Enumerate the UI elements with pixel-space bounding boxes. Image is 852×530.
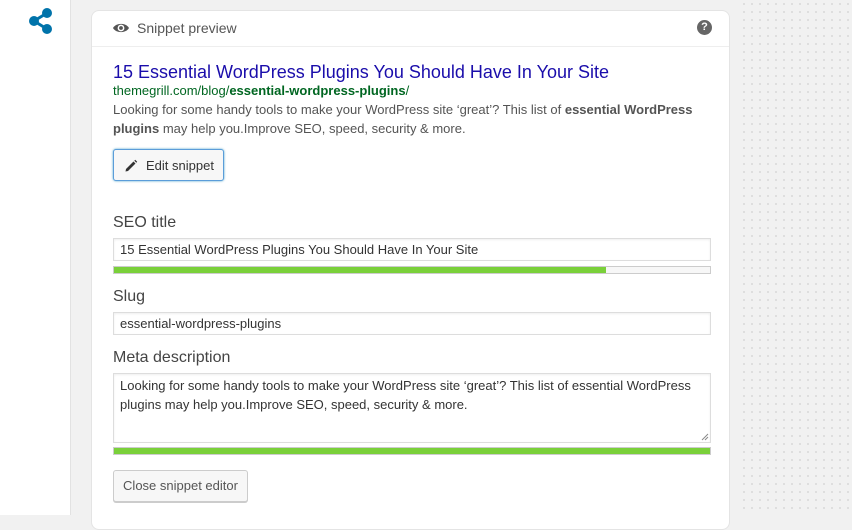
pencil-icon <box>125 159 138 172</box>
dotted-background <box>740 0 852 515</box>
snippet-preview-title: Snippet preview <box>137 20 237 36</box>
eye-icon <box>113 23 129 33</box>
preview-desc-part1: Looking for some handy tools to make you… <box>113 102 565 117</box>
close-snippet-editor-button[interactable]: Close snippet editor <box>113 470 248 502</box>
edit-snippet-button[interactable]: Edit snippet <box>113 149 224 181</box>
preview-seo-title: 15 Essential WordPress Plugins You Shoul… <box>113 62 609 82</box>
seo-title-input[interactable]: 15 Essential WordPress Plugins You Shoul… <box>113 238 711 261</box>
slug-input[interactable]: essential-wordpress-plugins <box>113 312 711 335</box>
question-mark-icon[interactable]: ? <box>697 20 712 35</box>
meta-description-progress-fill <box>114 448 710 454</box>
resize-grip-icon[interactable] <box>701 433 709 441</box>
snippet-editor-panel: Snippet preview ? 15 Essential WordPress… <box>91 10 730 530</box>
preview-desc-part2: may help you.Improve SEO, speed, securit… <box>159 121 466 136</box>
meta-description-text: Looking for some handy tools to make you… <box>120 378 691 412</box>
seo-title-label: SEO title <box>113 214 177 231</box>
preview-url-trailing: / <box>405 83 410 98</box>
preview-url-base: themegrill.com/blog/ <box>113 83 230 98</box>
left-sidebar <box>0 0 71 515</box>
seo-title-progress-bar <box>113 266 711 274</box>
seo-title-progress-fill <box>114 267 606 273</box>
meta-description-textarea[interactable]: Looking for some handy tools to make you… <box>113 373 711 443</box>
preview-meta-description: Looking for some handy tools to make you… <box>113 100 713 138</box>
preview-url-slug: essential-wordpress-plugins <box>229 83 406 98</box>
edit-snippet-label: Edit snippet <box>146 158 214 173</box>
slug-label: Slug <box>113 288 146 305</box>
preview-url: themegrill.com/blog/essential-wordpress-… <box>113 83 409 98</box>
meta-description-progress-bar <box>113 447 711 455</box>
meta-description-label: Meta description <box>113 349 231 366</box>
snippet-preview-header[interactable]: Snippet preview ? <box>92 11 729 47</box>
share-icon[interactable] <box>27 7 55 35</box>
